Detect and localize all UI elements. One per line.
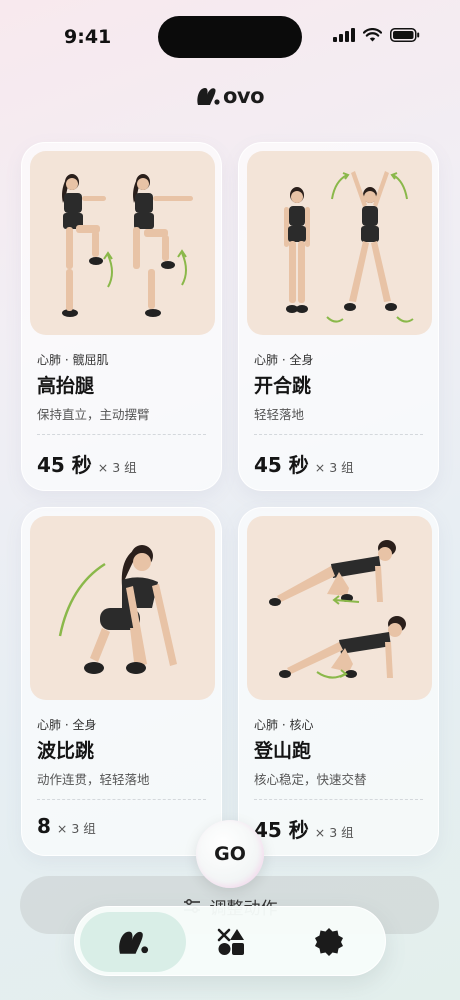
exercise-tip: 保持直立，主动摆臂 [37, 407, 150, 422]
exercise-tip: 轻轻落地 [254, 407, 305, 422]
exercise-illustration [30, 516, 215, 700]
exercise-tag: 心肺 · 全身 [254, 353, 314, 367]
tab-bar [74, 906, 386, 976]
divider [37, 799, 206, 800]
exercise-metric: 45 秒 × 3 组 [254, 814, 354, 843]
shapes-icon [217, 928, 244, 955]
exercise-name: 登山跑 [254, 740, 312, 762]
exercise-tip: 动作连贯，轻轻落地 [37, 772, 150, 787]
exercise-metric: 45 秒 × 3 组 [254, 449, 354, 478]
exercise-sets: × 3 组 [56, 821, 96, 836]
exercise-tag: 心肺 · 核心 [254, 718, 314, 732]
app-logo: ovo [196, 84, 265, 108]
exercise-amount: 45 秒 [37, 453, 92, 477]
ovo-logo-icon [197, 88, 220, 105]
dynamic-island [158, 16, 302, 58]
exercise-tag: 心肺 · 髋屈肌 [37, 353, 109, 367]
divider [254, 434, 423, 435]
exercise-card-mountain-climbers[interactable]: 心肺 · 核心 登山跑 核心稳定，快速交替 45 秒 × 3 组 [238, 507, 439, 856]
divider [37, 434, 206, 435]
status-time: 9:41 [64, 26, 112, 48]
exercise-illustration [247, 516, 432, 700]
exercise-name: 高抬腿 [37, 375, 95, 397]
divider [254, 799, 423, 800]
exercise-sets: × 3 组 [314, 825, 354, 840]
exercise-card-high-knees[interactable]: 心肺 · 髋屈肌 高抬腿 保持直立，主动摆臂 45 秒 × 3 组 [21, 142, 222, 491]
exercise-amount: 8 [37, 814, 51, 838]
go-button[interactable]: GO [196, 820, 264, 888]
exercise-metric: 8 × 3 组 [37, 814, 96, 838]
exercise-tip: 核心稳定，快速交替 [254, 772, 367, 787]
battery-icon [390, 28, 420, 42]
go-label: GO [214, 843, 246, 865]
exercise-amount: 45 秒 [254, 453, 309, 477]
exercise-amount: 45 秒 [254, 818, 309, 842]
exercise-card-burpees[interactable]: 心肺 · 全身 波比跳 动作连贯，轻轻落地 8 × 3 组 [21, 507, 222, 856]
tab-explore[interactable] [199, 912, 263, 972]
logo-text: ovo [223, 84, 265, 108]
exercise-sets: × 3 组 [97, 460, 137, 475]
exercise-name: 开合跳 [254, 375, 312, 397]
status-icons [333, 28, 420, 42]
exercise-tag: 心肺 · 全身 [37, 718, 97, 732]
exercise-card-jumping-jacks[interactable]: 心肺 · 全身 开合跳 轻轻落地 45 秒 × 3 组 [238, 142, 439, 491]
badge-icon [315, 928, 343, 956]
cellular-signal-icon [333, 28, 355, 42]
ovo-logo-icon [119, 931, 149, 954]
tab-badge[interactable] [297, 912, 361, 972]
exercise-metric: 45 秒 × 3 组 [37, 449, 137, 478]
exercise-sets: × 3 组 [314, 460, 354, 475]
exercise-illustration [30, 151, 215, 335]
wifi-icon [363, 28, 382, 42]
exercise-illustration [247, 151, 432, 335]
tab-home[interactable] [80, 912, 186, 972]
exercise-name: 波比跳 [37, 740, 95, 762]
status-bar: 9:41 [0, 0, 460, 70]
